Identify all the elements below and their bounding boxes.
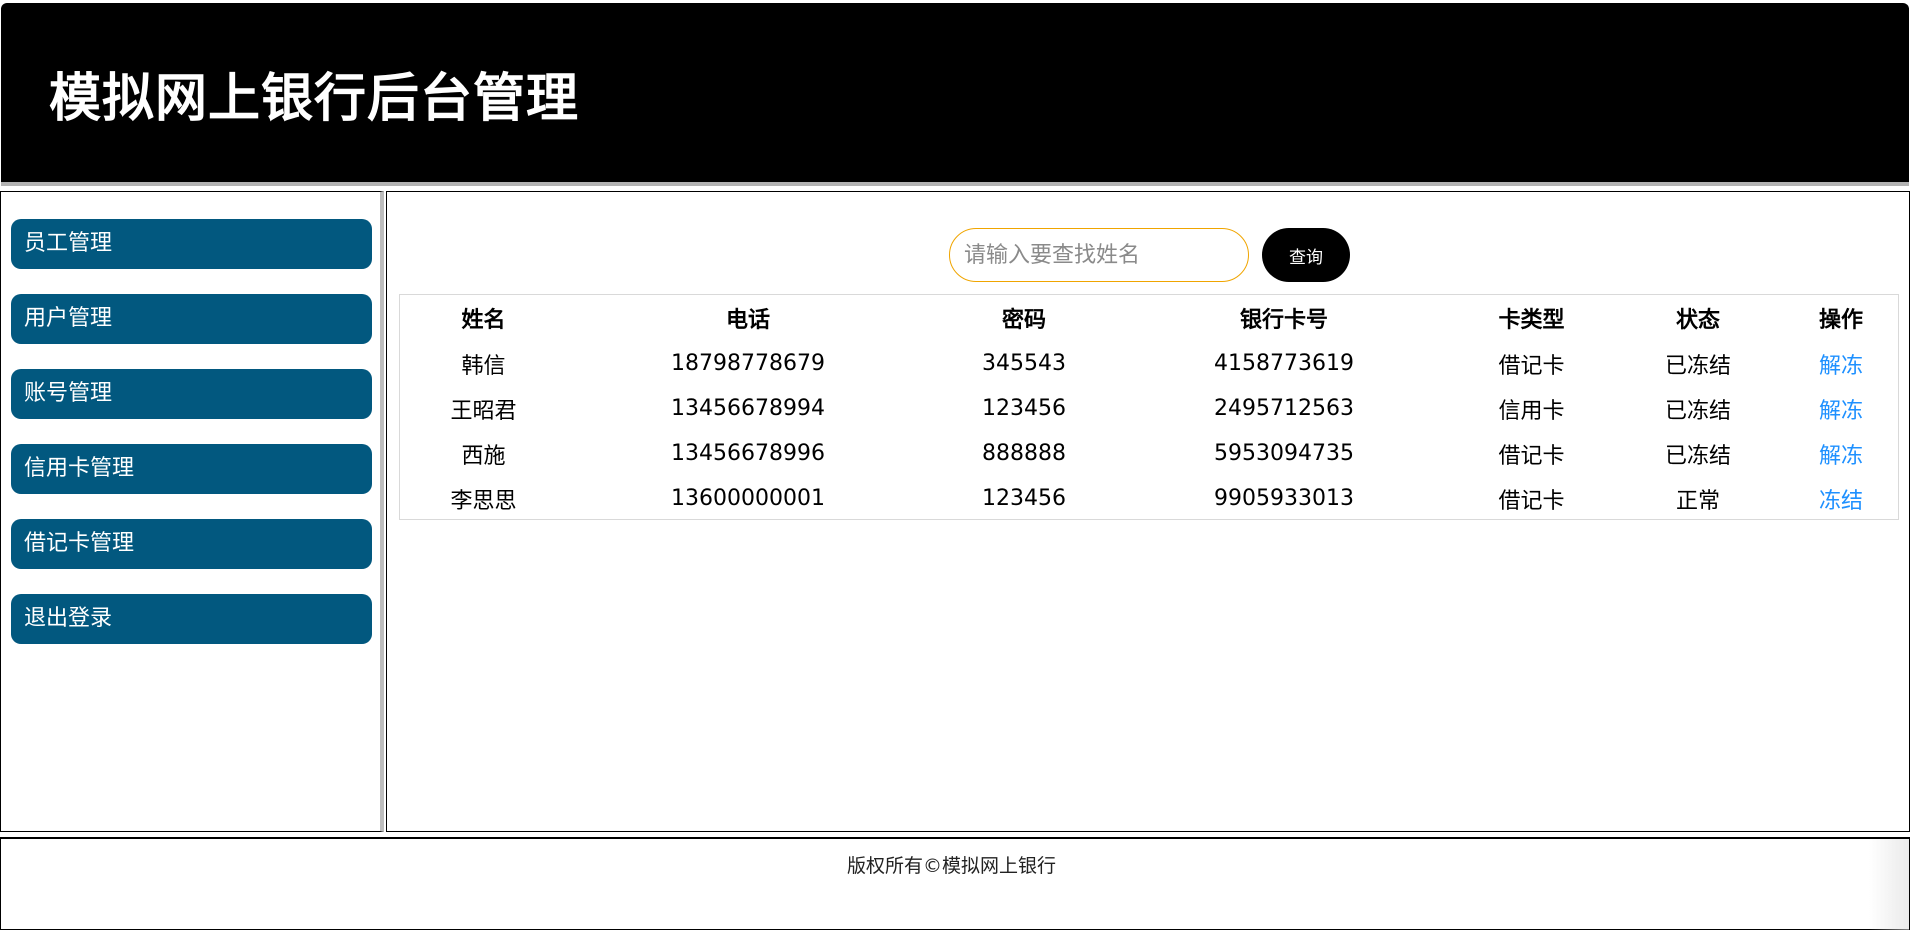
unfreeze-link[interactable]: 解冻 — [1819, 444, 1863, 469]
column-header-phone: 电话 — [725, 308, 770, 333]
unfreeze-link[interactable]: 解冻 — [1819, 354, 1863, 379]
cell-phone: 13600000001 — [671, 486, 825, 511]
sidebar-item-credit-cards[interactable]: 信用卡管理 — [11, 444, 372, 494]
cell-name: 韩信 — [461, 353, 506, 379]
app-window: 模拟网上银行后台管理 员工管理 用户管理 账号管理 信用卡管理 借记卡管理 退出… — [0, 0, 1910, 930]
cell-card-type: 信用卡 — [1498, 398, 1565, 424]
cell-status: 已冻结 — [1664, 353, 1731, 379]
cell-phone: 13456678996 — [671, 441, 825, 466]
sidebar: 员工管理 用户管理 账号管理 信用卡管理 借记卡管理 退出登录 — [0, 191, 384, 832]
table-header-row: 姓名 电话 密码 银行卡号 卡类型 状态 操作 — [400, 295, 1900, 341]
cell-card-type: 借记卡 — [1498, 443, 1565, 469]
cell-card-number: 4158773619 — [1214, 351, 1354, 376]
footer-edge-shadow — [1869, 839, 1909, 930]
search-button[interactable]: 查询 — [1262, 228, 1350, 282]
cell-card-number: 2495712563 — [1214, 396, 1354, 421]
sidebar-item-accounts[interactable]: 账号管理 — [11, 369, 372, 419]
cell-name: 王昭君 — [450, 398, 517, 424]
column-header-name: 姓名 — [461, 308, 506, 333]
cell-phone: 13456678994 — [671, 396, 825, 421]
page-footer: 版权所有©模拟网上银行 — [0, 837, 1910, 930]
cell-action: 冻结 — [1782, 476, 1900, 521]
table-row: 李思思 13600000001 123456 9905933013 借记卡 正常… — [400, 476, 1900, 521]
sidebar-item-debit-cards[interactable]: 借记卡管理 — [11, 519, 372, 569]
sidebar-item-users[interactable]: 用户管理 — [11, 294, 372, 344]
cell-password: 123456 — [982, 486, 1066, 511]
cell-card-number: 9905933013 — [1214, 486, 1354, 511]
cell-phone: 18798778679 — [671, 351, 825, 376]
cell-password: 123456 — [982, 396, 1066, 421]
column-header-card-type: 卡类型 — [1498, 308, 1565, 333]
user-table-container: 姓名 电话 密码 银行卡号 卡类型 状态 操作 韩信 18798778679 3… — [399, 294, 1899, 520]
unfreeze-link[interactable]: 解冻 — [1819, 399, 1863, 424]
page-title: 模拟网上银行后台管理 — [49, 69, 580, 129]
cell-status: 已冻结 — [1664, 398, 1731, 424]
cell-password: 345543 — [982, 351, 1066, 376]
copyright-text: 版权所有©模拟网上银行 — [847, 855, 1057, 877]
cell-name: 李思思 — [450, 488, 517, 514]
column-header-status: 状态 — [1675, 308, 1720, 333]
table-row: 西施 13456678996 888888 5953094735 借记卡 已冻结… — [400, 431, 1900, 476]
cell-status: 已冻结 — [1664, 443, 1731, 469]
cell-name: 西施 — [461, 443, 506, 469]
main-content: 查询 姓名 电话 密码 银行卡号 — [386, 191, 1910, 832]
cell-action: 解冻 — [1782, 341, 1900, 386]
cell-card-type: 借记卡 — [1498, 353, 1565, 379]
cell-action: 解冻 — [1782, 386, 1900, 431]
user-table: 姓名 电话 密码 银行卡号 卡类型 状态 操作 韩信 18798778679 3… — [400, 295, 1900, 521]
column-header-card-number: 银行卡号 — [1239, 308, 1328, 333]
page-header: 模拟网上银行后台管理 — [1, 3, 1909, 186]
sidebar-item-logout[interactable]: 退出登录 — [11, 594, 372, 644]
search-input[interactable] — [949, 228, 1249, 282]
table-row: 韩信 18798778679 345543 4158773619 借记卡 已冻结… — [400, 341, 1900, 386]
column-header-action: 操作 — [1818, 308, 1863, 333]
cell-status: 正常 — [1675, 488, 1720, 514]
cell-action: 解冻 — [1782, 431, 1900, 476]
cell-card-number: 5953094735 — [1214, 441, 1354, 466]
column-header-password: 密码 — [1001, 308, 1046, 333]
cell-password: 888888 — [982, 441, 1066, 466]
table-row: 王昭君 13456678994 123456 2495712563 信用卡 已冻… — [400, 386, 1900, 431]
freeze-link[interactable]: 冻结 — [1819, 489, 1863, 514]
cell-card-type: 借记卡 — [1498, 488, 1565, 514]
sidebar-item-staff[interactable]: 员工管理 — [11, 219, 372, 269]
